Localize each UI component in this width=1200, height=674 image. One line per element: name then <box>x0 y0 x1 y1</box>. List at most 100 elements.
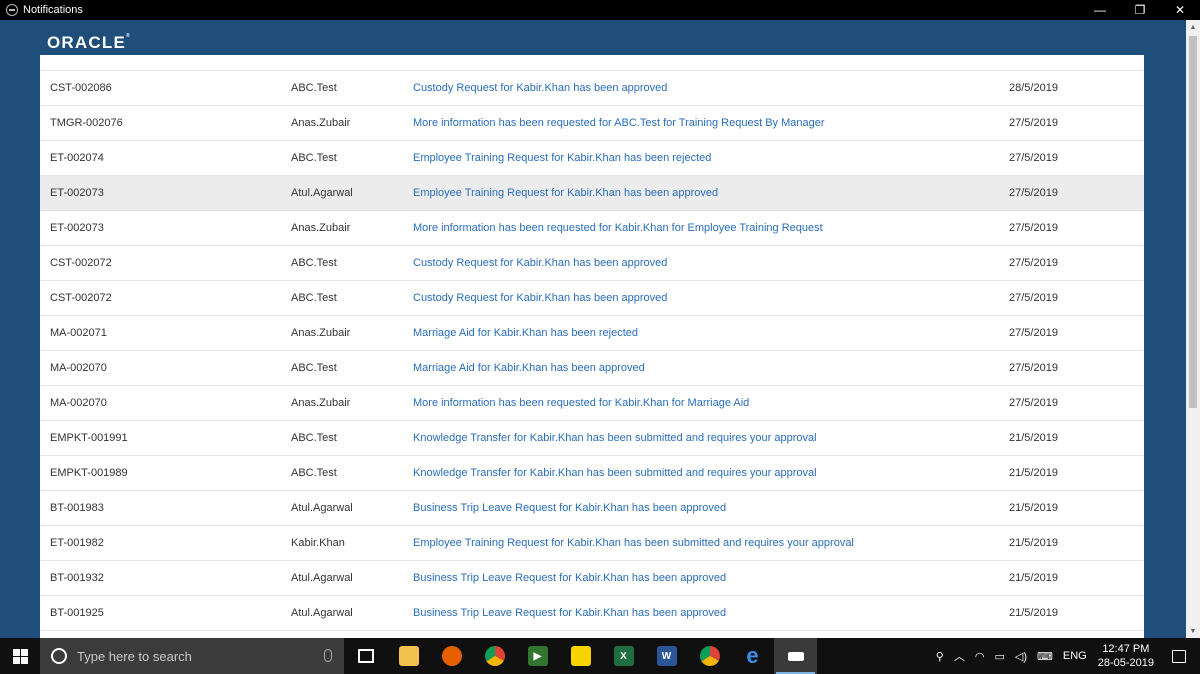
vertical-scrollbar[interactable]: ▲ ▼ <box>1186 20 1200 638</box>
notification-id: MA-002071 <box>50 327 107 339</box>
notification-row[interactable]: ET-002073 Anas.Zubair More information has… <box>40 211 1144 246</box>
title-bar: Notifications — ❐ ✕ <box>0 0 1200 20</box>
notification-row[interactable]: EMPKT-001991 ABC.Test Knowledge Transfer f… <box>40 421 1144 456</box>
notification-id: CST-002072 <box>50 257 112 269</box>
notification-sender: Anas.Zubair <box>291 222 351 234</box>
notification-message-link[interactable]: Knowledge Transfer for Kabir.Khan has be… <box>413 432 817 444</box>
notification-row[interactable]: MA-002070 ABC.Test Marriage Aid for Kabir.… <box>40 351 1144 386</box>
notification-row[interactable]: CST-002072 ABC.Test Custody Request for Ka… <box>40 281 1144 316</box>
excel-button[interactable]: X <box>602 638 645 674</box>
notification-id: MA-002070 <box>50 362 107 374</box>
scroll-thumb[interactable] <box>1189 36 1197 408</box>
notification-row[interactable]: CST-002072 ABC.Test Custody Request for Ka… <box>40 246 1144 281</box>
word-icon: W <box>656 646 677 666</box>
show-hidden-icons-icon[interactable]: ︿ <box>954 648 965 664</box>
notification-message-link[interactable]: Custody Request for Kabir.Khan has been … <box>413 82 667 94</box>
notification-id: CST-002086 <box>50 82 112 94</box>
notification-sender: Atul.Agarwal <box>291 607 353 619</box>
notification-message-link[interactable]: Business Trip Leave Request for Kabir.Kh… <box>413 502 726 514</box>
notification-message-link[interactable]: Employee Training Request for Kabir.Khan… <box>413 187 718 199</box>
chrome-icon <box>484 646 505 666</box>
battery-icon[interactable]: ▭ <box>994 650 1004 663</box>
notifications-app-button[interactable] <box>774 638 817 674</box>
notification-date: 27/5/2019 <box>1009 117 1058 129</box>
people-icon[interactable]: ⚲ <box>936 650 944 663</box>
notification-message-link[interactable]: Knowledge Transfer for Kabir.Khan has be… <box>413 467 817 479</box>
restore-button[interactable]: ❐ <box>1120 0 1160 20</box>
search-placeholder: Type here to search <box>77 648 192 664</box>
sticky-notes-button[interactable] <box>559 638 602 674</box>
notification-id: BT-001925 <box>50 607 104 619</box>
notification-message-link[interactable]: More information has been requested for … <box>413 222 823 234</box>
notification-row[interactable]: MA-002071 Anas.Zubair Marriage Aid for Kab… <box>40 316 1144 351</box>
notification-row[interactable]: MA-002070 Anas.Zubair More information has… <box>40 386 1144 421</box>
notification-message-link[interactable]: Marriage Aid for Kabir.Khan has been app… <box>413 362 645 374</box>
taskbar-search[interactable]: Type here to search <box>40 638 344 674</box>
close-button[interactable]: ✕ <box>1160 0 1200 20</box>
notification-row[interactable]: BT-001983 Atul.Agarwal Business Trip Leave… <box>40 491 1144 526</box>
notification-message-link[interactable]: Employee Training Request for Kabir.Khan… <box>413 537 854 549</box>
notification-row[interactable]: ET-001982 Kabir.Khan Employee Training Req… <box>40 526 1144 561</box>
oracle-logo: ORACLE® <box>47 33 130 53</box>
notification-message-link[interactable]: Custody Request for Kabir.Khan has been … <box>413 257 667 269</box>
notification-id: MA-002070 <box>50 397 107 409</box>
scroll-up-icon[interactable]: ▲ <box>1186 20 1200 34</box>
volume-icon[interactable]: ◁) <box>1015 650 1027 663</box>
notification-sender: ABC.Test <box>291 432 337 444</box>
action-center-icon[interactable] <box>1172 649 1186 663</box>
notification-row[interactable]: TMGR-002076 Anas.Zubair More information h… <box>40 106 1144 141</box>
notification-date: 27/5/2019 <box>1009 222 1058 234</box>
logo-mark: ® <box>125 33 130 39</box>
notification-message-link[interactable]: Business Trip Leave Request for Kabir.Kh… <box>413 607 726 619</box>
minimize-button[interactable]: — <box>1080 0 1120 20</box>
notification-id: TMGR-002076 <box>50 117 123 129</box>
firefox-icon <box>441 646 462 666</box>
task-view-icon <box>357 649 374 663</box>
file-explorer-icon <box>398 646 419 666</box>
notification-row[interactable]: EMPKT-001989 ABC.Test Knowledge Transfer f… <box>40 456 1144 491</box>
notification-sender: ABC.Test <box>291 292 337 304</box>
logo-text: ORACLE <box>47 33 126 52</box>
notifications-list: CST-002086 ABC.Test Custody Request for Ka… <box>40 71 1144 631</box>
notification-date: 27/5/2019 <box>1009 327 1058 339</box>
file-explorer-button[interactable] <box>387 638 430 674</box>
notification-sender: ABC.Test <box>291 82 337 94</box>
notification-sender: Atul.Agarwal <box>291 572 353 584</box>
notification-date: 21/5/2019 <box>1009 607 1058 619</box>
word-button[interactable]: W <box>645 638 688 674</box>
clock[interactable]: 12:47 PM 28-05-2019 <box>1098 642 1154 670</box>
project-icon: ▶ <box>527 646 548 666</box>
notification-sender: ABC.Test <box>291 152 337 164</box>
start-button[interactable] <box>0 638 40 674</box>
firefox-button[interactable] <box>430 638 473 674</box>
notification-message-link[interactable]: Employee Training Request for Kabir.Khan… <box>413 152 711 164</box>
wifi-icon[interactable]: ◠ <box>975 650 985 663</box>
app-content: ORACLE® CST-002086 ABC.Test Custody Reques… <box>0 20 1186 638</box>
notification-row[interactable]: ET-002074 ABC.Test Employee Training Reque… <box>40 141 1144 176</box>
notification-row[interactable]: CST-002086 ABC.Test Custody Request for Ka… <box>40 71 1144 106</box>
project-button[interactable]: ▶ <box>516 638 559 674</box>
notification-row[interactable]: ET-002073 Atul.Agarwal Employee Training R… <box>40 176 1144 211</box>
notification-message-link[interactable]: Marriage Aid for Kabir.Khan has been rej… <box>413 327 638 339</box>
task-view-button[interactable] <box>344 638 387 674</box>
notification-id: ET-002073 <box>50 222 104 234</box>
notification-row[interactable]: BT-001932 Atul.Agarwal Business Trip Leave… <box>40 561 1144 596</box>
scroll-down-icon[interactable]: ▼ <box>1186 624 1200 638</box>
notification-message-link[interactable]: Business Trip Leave Request for Kabir.Kh… <box>413 572 726 584</box>
notification-date: 21/5/2019 <box>1009 572 1058 584</box>
notifications-app-icon <box>786 646 806 666</box>
chrome-button[interactable] <box>473 638 516 674</box>
notification-message-link[interactable]: Custody Request for Kabir.Khan has been … <box>413 292 667 304</box>
notification-message-link[interactable]: More information has been requested for … <box>413 117 825 129</box>
chrome-alt-button[interactable] <box>688 638 731 674</box>
keyboard-icon[interactable]: ⌨ <box>1037 650 1053 663</box>
notification-sender: Anas.Zubair <box>291 397 351 409</box>
language-indicator[interactable]: ENG <box>1063 650 1087 662</box>
microphone-icon[interactable] <box>324 649 332 662</box>
notification-message-link[interactable]: More information has been requested for … <box>413 397 749 409</box>
notification-date: 21/5/2019 <box>1009 537 1058 549</box>
edge-button[interactable]: e <box>731 638 774 674</box>
notification-date: 27/5/2019 <box>1009 187 1058 199</box>
notification-date: 27/5/2019 <box>1009 152 1058 164</box>
notification-row[interactable]: BT-001925 Atul.Agarwal Business Trip Leave… <box>40 596 1144 631</box>
